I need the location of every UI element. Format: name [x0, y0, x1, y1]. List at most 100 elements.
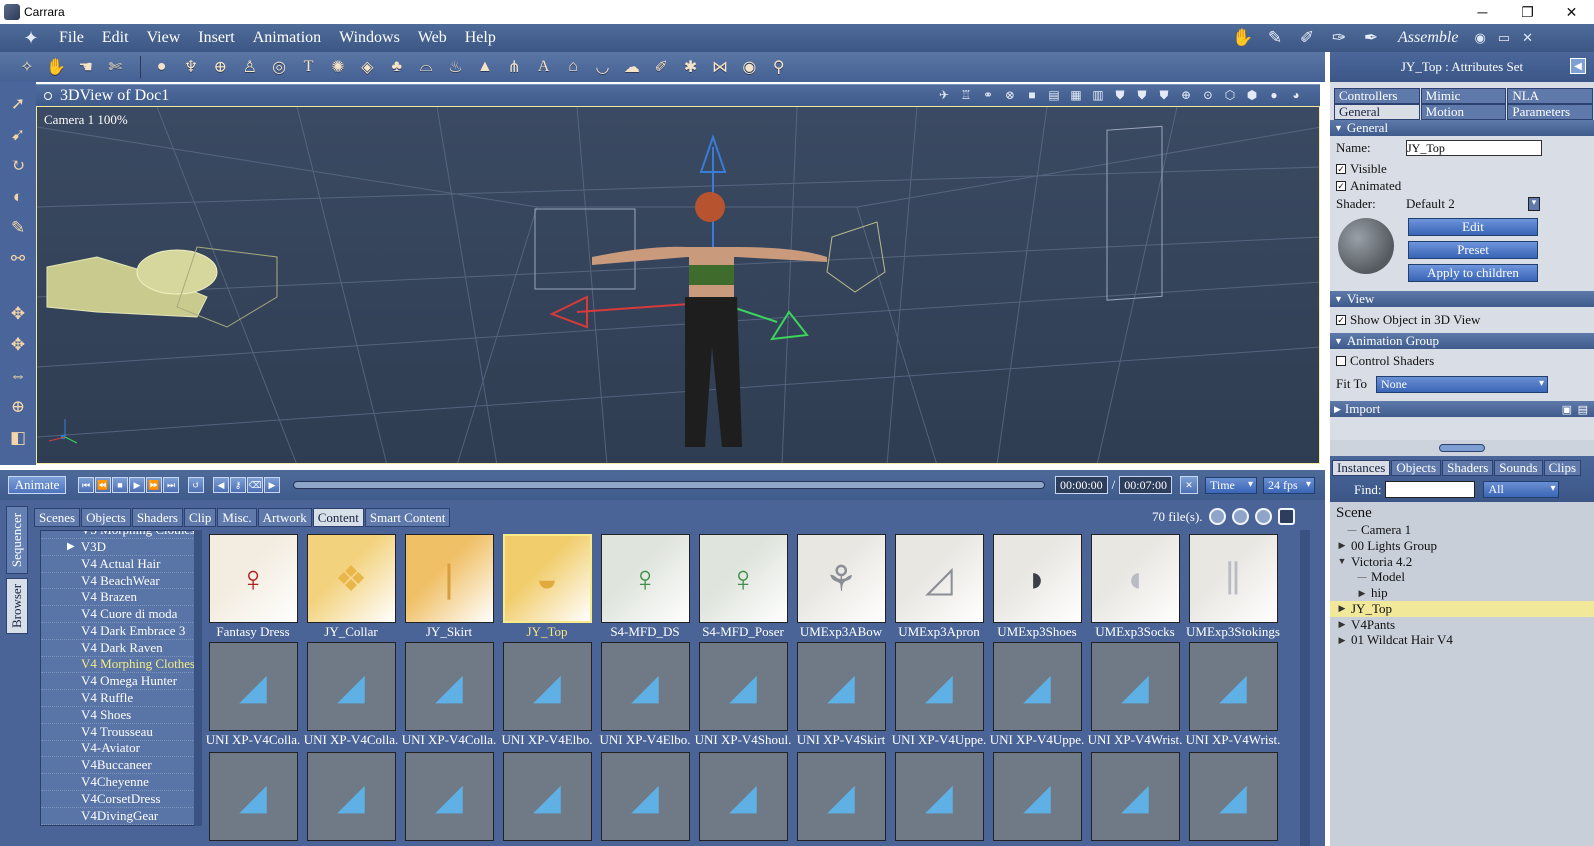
play-icon[interactable]: ▶: [129, 477, 145, 493]
bounding-box-icon[interactable]: ◧: [4, 424, 32, 452]
end-time-field[interactable]: 00:07:00: [1119, 476, 1172, 494]
view-menu-icon[interactable]: [44, 91, 52, 100]
tab-browser[interactable]: Browser: [6, 578, 28, 634]
fire-icon[interactable]: ♨: [442, 54, 468, 80]
options-icon[interactable]: [1277, 508, 1295, 525]
camera-icon[interactable]: ✈: [936, 87, 952, 103]
content-item[interactable]: ◢: [302, 752, 400, 846]
house-icon[interactable]: ⌂: [560, 54, 586, 80]
wand-tool-icon[interactable]: ✧: [14, 54, 40, 80]
save-icon[interactable]: ▣: [1562, 403, 1572, 416]
content-item[interactable]: ◢ UNI XP-V4Elbo.: [498, 642, 596, 750]
expand-arrow-icon[interactable]: ▶: [1336, 540, 1348, 551]
layout-two-icon[interactable]: ▤: [1046, 87, 1062, 103]
content-item[interactable]: ◢: [498, 752, 596, 846]
view-large-icon[interactable]: [1254, 508, 1272, 525]
content-item[interactable]: ◖ UMExp3Socks: [1086, 534, 1184, 642]
scene-tree-item[interactable]: ▶ hip: [1330, 585, 1594, 601]
lamp-icon[interactable]: ♖: [958, 87, 974, 103]
expand-arrow-icon[interactable]: ▶: [1356, 588, 1368, 599]
tab-misc[interactable]: Misc.: [217, 508, 257, 527]
menu-web[interactable]: Web: [409, 29, 456, 47]
pin-icon[interactable]: ◀: [1570, 58, 1586, 74]
view-medium-icon[interactable]: [1231, 508, 1249, 525]
go-start-icon[interactable]: ⏮: [78, 477, 94, 493]
scene-tree-item[interactable]: ▶ 00 Lights Group: [1330, 538, 1594, 554]
tab-motion[interactable]: Motion: [1420, 104, 1507, 120]
cloud-icon[interactable]: ☁: [619, 54, 645, 80]
particles-icon[interactable]: ✺: [325, 54, 351, 80]
track-icon[interactable]: ⇔: [4, 362, 32, 390]
timeline-scrubber[interactable]: [293, 481, 1045, 489]
content-item[interactable]: ◢ UNI XP-V4Wrist.: [1184, 642, 1282, 750]
tab-shaders[interactable]: Shaders: [131, 508, 183, 527]
tab-general[interactable]: General: [1334, 104, 1420, 120]
delete-key-icon[interactable]: ⌫: [247, 477, 263, 493]
category-scrollbar[interactable]: [194, 530, 202, 826]
category-item[interactable]: V4 Dark Embrace 3: [41, 623, 195, 640]
bone-icon[interactable]: ⋈: [707, 54, 733, 80]
content-item[interactable]: ◢: [204, 752, 302, 846]
content-item-selected[interactable]: ◒ JY_Top: [498, 534, 596, 642]
fit-to-select[interactable]: None ▾: [1376, 375, 1548, 393]
texture-sphere-icon[interactable]: ◕: [1288, 87, 1304, 103]
vertex-icon[interactable]: ◎: [266, 54, 292, 80]
layout-four-icon[interactable]: ▦: [1068, 87, 1084, 103]
minimize-button[interactable]: ─: [1460, 0, 1505, 24]
prev-key-icon[interactable]: ◀: [213, 477, 229, 493]
stop-icon[interactable]: ■: [112, 477, 128, 493]
bowl-icon[interactable]: ◡: [589, 54, 615, 80]
ufo-icon[interactable]: ⌓: [413, 54, 439, 80]
category-item[interactable]: V4 Brazen: [41, 589, 195, 607]
tab-smart-content[interactable]: Smart Content: [364, 508, 451, 527]
close-button[interactable]: ✕: [1549, 0, 1594, 24]
pan-icon[interactable]: ✥: [4, 300, 32, 328]
current-time-field[interactable]: 00:00:00: [1055, 476, 1108, 494]
spider-icon[interactable]: ✱: [678, 54, 704, 80]
content-item[interactable]: ◢ UNI XP-V4Skirt: [792, 642, 890, 750]
content-item[interactable]: ◢ UNI XP-V4Shoul.: [694, 642, 792, 750]
category-item[interactable]: V4 Trousseau: [41, 724, 195, 741]
menu-animation[interactable]: Animation: [244, 29, 330, 47]
tab-nla[interactable]: NLA: [1507, 88, 1594, 104]
rotate-view-icon[interactable]: ⊙: [1200, 87, 1216, 103]
content-item[interactable]: ◢: [694, 752, 792, 846]
menu-view[interactable]: View: [138, 29, 190, 47]
tab-clips[interactable]: Clips: [1543, 460, 1582, 476]
loop-icon[interactable]: ↺: [188, 477, 204, 493]
move-icon[interactable]: ⊕: [1178, 87, 1194, 103]
preset-button[interactable]: Preset: [1408, 241, 1538, 259]
render-room-icon[interactable]: ✒: [1358, 27, 1384, 49]
rewind-icon[interactable]: ⏪: [95, 477, 111, 493]
x-ray-icon[interactable]: ⊗: [1002, 87, 1018, 103]
menu-file[interactable]: File: [50, 29, 93, 47]
scale-icon[interactable]: ◐: [4, 183, 32, 211]
animated-checkbox[interactable]: ✓: [1336, 180, 1346, 191]
menu-edit[interactable]: Edit: [93, 29, 138, 47]
content-item[interactable]: ◢ UNI XP-V4Colla.: [204, 642, 302, 750]
content-item[interactable]: ◢ UNI XP-V4Uppe.: [890, 642, 988, 750]
category-item-selected[interactable]: V4 Morphing Clothes: [41, 656, 195, 674]
fast-forward-icon[interactable]: ⏩: [146, 477, 162, 493]
content-item[interactable]: ◢ UNI XP-V4Colla.: [302, 642, 400, 750]
scene-tree-item[interactable]: — Camera 1: [1330, 522, 1594, 538]
brush-icon[interactable]: ✐: [648, 54, 674, 80]
filter-select[interactable]: All ▾: [1483, 481, 1560, 498]
edit-button[interactable]: Edit: [1408, 218, 1538, 236]
fps-select[interactable]: 24 fps ▾: [1262, 476, 1315, 494]
tab-shaders[interactable]: Shaders: [1442, 460, 1494, 476]
fur-icon[interactable]: ⋔: [501, 54, 527, 80]
content-item[interactable]: ◢: [988, 752, 1086, 846]
text-icon[interactable]: T: [296, 54, 322, 80]
time-mode-select[interactable]: Time ▾: [1204, 476, 1257, 494]
content-item[interactable]: ◢: [596, 752, 694, 846]
show-in-3d-checkbox[interactable]: ✓: [1336, 315, 1346, 325]
key-icon[interactable]: ⚷: [230, 477, 246, 493]
category-item[interactable]: V4 BeachWear: [41, 573, 195, 590]
wireframe-cube-icon[interactable]: ⬡: [1222, 87, 1238, 103]
tab-instances[interactable]: Instances: [1332, 460, 1391, 476]
model-room-icon[interactable]: ✎: [1262, 27, 1288, 49]
category-item[interactable]: V4-Aviator: [41, 740, 195, 758]
content-item[interactable]: ♀ Fantasy Dress: [204, 534, 302, 642]
tab-controllers[interactable]: Controllers: [1334, 88, 1420, 104]
